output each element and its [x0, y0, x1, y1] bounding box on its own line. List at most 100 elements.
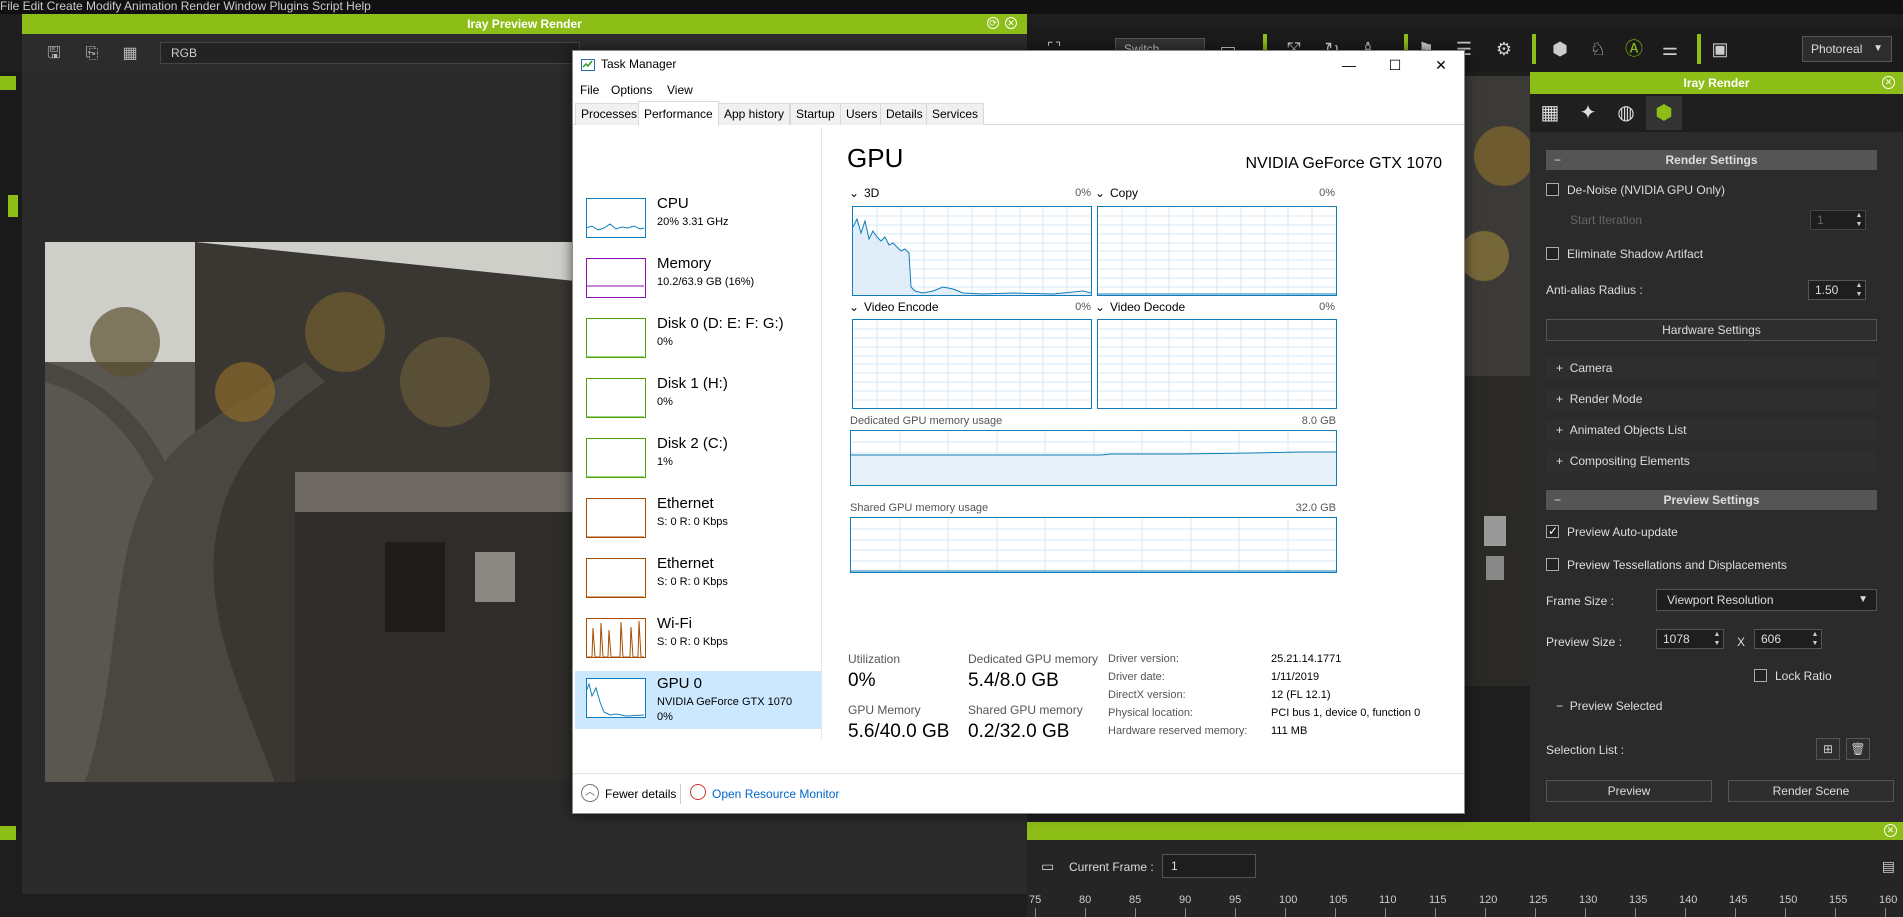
hardware-settings-button[interactable]: Hardware Settings	[1546, 319, 1877, 341]
shared-memory-graph	[850, 517, 1337, 573]
task-manager-titlebar[interactable]: Task Manager — ☐ ✕	[573, 51, 1464, 79]
preview-settings-header[interactable]: − Preview Settings	[1546, 490, 1877, 510]
sidebar-item-memory[interactable]: Memory 10.2/63.9 GB (16%)	[575, 251, 821, 309]
engine-video-decode-label[interactable]: Video Decode	[1110, 300, 1185, 314]
checker-icon[interactable]: ▦	[120, 44, 140, 64]
tab-app-history[interactable]: App history	[718, 103, 791, 125]
calendar-icon[interactable]: ▣	[1709, 38, 1731, 60]
preview-width-field[interactable]: 1078 ▲ ▼	[1656, 629, 1724, 649]
eliminate-shadow-checkbox[interactable]	[1546, 247, 1559, 260]
tab-performance[interactable]: Performance	[638, 101, 719, 126]
denoise-row[interactable]: De-Noise (NVIDIA GPU Only)	[1546, 182, 1725, 198]
timeline-icon[interactable]: ▭	[1041, 858, 1054, 875]
person-icon[interactable]: ♘	[1587, 38, 1609, 60]
tessellations-checkbox[interactable]	[1546, 558, 1559, 571]
add-selection-icon[interactable]: ⊞	[1816, 738, 1840, 760]
sidebar-item-disk-2-c[interactable]: Disk 2 (C:) 1%	[575, 431, 821, 489]
sidebar-item-disk-0-d-e-f-g[interactable]: Disk 0 (D: E: F: G:) 0%	[575, 311, 821, 369]
save-icon[interactable]: 🖫	[44, 44, 64, 64]
menu-icon[interactable]: ▤	[1882, 858, 1895, 875]
tab-light-icon[interactable]: ✦	[1570, 96, 1606, 130]
tab-details[interactable]: Details	[880, 103, 929, 125]
sidebar-item-ethernet[interactable]: Ethernet S: 0 R: 0 Kbps	[575, 551, 821, 609]
lock-ratio-checkbox[interactable]	[1754, 669, 1767, 682]
tab-startup[interactable]: Startup	[790, 103, 841, 125]
close-icon[interactable]: ✕	[1418, 51, 1464, 79]
dock-tab[interactable]	[0, 826, 16, 840]
app-menubar[interactable]: File Edit Create Modify Animation Render…	[0, 0, 1903, 14]
render-mode-dropdown[interactable]: Photoreal ▼	[1802, 36, 1892, 62]
denoise-checkbox[interactable]	[1546, 183, 1559, 196]
close-icon[interactable]: ✕	[1005, 17, 1017, 29]
engine-video-encode-label[interactable]: Video Encode	[864, 300, 939, 314]
engine-chevron-icon[interactable]: ⌄	[849, 186, 859, 200]
viewport-3d[interactable]	[1464, 76, 1532, 686]
compositing-section[interactable]: + Compositing Elements	[1546, 450, 1877, 472]
sidebar-item-gpu-0[interactable]: GPU 0 NVIDIA GeForce GTX 1070 0%	[575, 671, 821, 729]
spinner-arrows-icon[interactable]: ▲ ▼	[1711, 630, 1723, 648]
sliders-icon[interactable]: ⚌	[1659, 38, 1681, 60]
sidebar-thumbnail-graph	[586, 678, 646, 718]
fewer-details-link[interactable]: Fewer details	[605, 787, 676, 801]
ruler-tick	[1335, 908, 1336, 917]
minimize-icon[interactable]: —	[1326, 51, 1372, 79]
spinner-arrows-icon[interactable]: ▲ ▼	[1853, 281, 1865, 299]
tab-iray-icon[interactable]: ⬢	[1646, 96, 1682, 130]
spinner-arrows-icon[interactable]: ▲ ▼	[1809, 630, 1821, 648]
animated-objects-section[interactable]: + Animated Objects List	[1546, 419, 1877, 441]
trash-icon[interactable]: 🗑	[1846, 738, 1870, 760]
channel-select[interactable]: RGB	[160, 42, 580, 64]
sidebar-item-wi-fi[interactable]: Wi-Fi S: 0 R: 0 Kbps	[575, 611, 821, 669]
camera-section[interactable]: + Camera	[1546, 357, 1877, 379]
sidebar-item-disk-1-h[interactable]: Disk 1 (H:) 0%	[575, 371, 821, 429]
tab-globe-icon[interactable]: ◍	[1608, 96, 1644, 130]
close-icon[interactable]: ✕	[1882, 76, 1895, 89]
menu-file[interactable]: File	[580, 83, 599, 97]
tab-users[interactable]: Users	[840, 103, 884, 125]
refresh-icon[interactable]: ⟳	[987, 17, 999, 29]
preview-selected-section[interactable]: − Preview Selected	[1546, 695, 1877, 717]
copy-icon[interactable]: ⎘	[82, 44, 102, 64]
sidebar-item-cpu[interactable]: CPU 20% 3.31 GHz	[575, 191, 821, 249]
start-iteration-field[interactable]: 1 ▲ ▼	[1810, 210, 1866, 230]
tab-checker-icon[interactable]: ▦	[1532, 96, 1568, 130]
close-icon[interactable]: ✕	[1884, 824, 1897, 837]
cube-icon[interactable]: ⬢	[1549, 38, 1571, 60]
render-mode-section[interactable]: + Render Mode	[1546, 388, 1877, 410]
menu-options[interactable]: Options	[611, 83, 652, 97]
settings-icon[interactable]: ⚙	[1493, 38, 1515, 60]
engine-3d-percent: 0%	[1075, 187, 1091, 199]
current-frame-field[interactable]: 1	[1162, 854, 1256, 878]
sidebar-item-ethernet[interactable]: Ethernet S: 0 R: 0 Kbps	[575, 491, 821, 549]
resource-monitor-icon[interactable]	[690, 784, 706, 800]
dock-tab[interactable]	[8, 195, 18, 217]
open-resource-monitor-link[interactable]: Open Resource Monitor	[712, 787, 839, 801]
frame-size-dropdown[interactable]: Viewport Resolution ▼	[1656, 589, 1877, 611]
menu-view[interactable]: View	[667, 83, 693, 97]
preview-button[interactable]: Preview	[1546, 780, 1712, 802]
auto-update-checkbox[interactable]	[1546, 523, 1559, 539]
eliminate-shadow-row[interactable]: Eliminate Shadow Artifact	[1546, 246, 1703, 262]
auto-update-row[interactable]: Preview Auto-update	[1546, 523, 1678, 540]
preview-height-field[interactable]: 606 ▲ ▼	[1754, 629, 1822, 649]
chevron-up-icon[interactable]: ︿	[581, 784, 599, 802]
tab-processes[interactable]: Processes	[575, 103, 644, 125]
render-scene-button[interactable]: Render Scene	[1728, 780, 1894, 802]
engine-video-decode-percent: 0%	[1319, 301, 1335, 313]
engine-copy-label[interactable]: Copy	[1110, 186, 1138, 200]
engine-3d-label[interactable]: 3D	[864, 186, 879, 200]
engine-chevron-icon[interactable]: ⌄	[849, 300, 859, 314]
directx-version-key: DirectX version:	[1108, 689, 1186, 701]
collapse-icon: −	[1554, 493, 1562, 507]
dock-tab[interactable]	[0, 76, 16, 90]
lock-ratio-row[interactable]: Lock Ratio	[1754, 668, 1832, 684]
tab-services[interactable]: Services	[926, 103, 985, 125]
accurig-icon[interactable]: Ⓐ	[1623, 38, 1645, 60]
maximize-icon[interactable]: ☐	[1372, 51, 1418, 79]
spinner-arrows-icon[interactable]: ▲ ▼	[1853, 211, 1865, 229]
anti-alias-field[interactable]: 1.50 ▲ ▼	[1808, 280, 1866, 300]
engine-chevron-icon[interactable]: ⌄	[1095, 300, 1105, 314]
tessellations-row[interactable]: Preview Tessellations and Displacements	[1546, 557, 1787, 573]
engine-chevron-icon[interactable]: ⌄	[1095, 186, 1105, 200]
render-settings-header[interactable]: − Render Settings	[1546, 150, 1877, 170]
